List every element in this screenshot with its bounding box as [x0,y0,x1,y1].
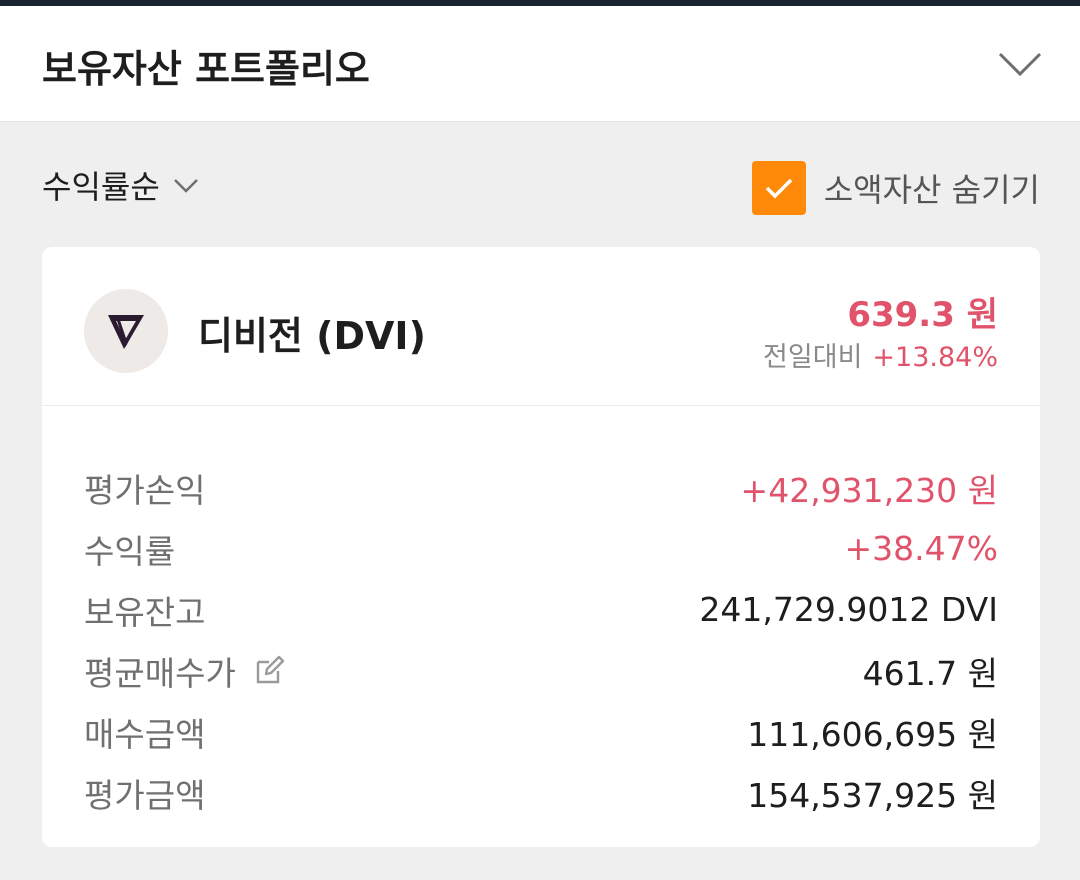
detail-value: 461.7 원 [862,653,998,693]
edit-icon[interactable] [252,654,286,688]
detail-row-return-rate: 수익률 +38.47% [84,518,998,579]
detail-row-eval-amount: 평가금액 154,537,925 원 [84,762,998,823]
hide-small-assets-toggle[interactable]: 소액자산 숨기기 [751,160,1040,216]
detail-label: 매수금액 [84,714,206,754]
sort-dropdown[interactable]: 수익률순 [42,160,200,210]
detail-row-balance: 보유잔고 241,729.9012 DVI [84,579,998,640]
detail-label: 평가금액 [84,775,206,815]
detail-value: +42,931,230 원 [740,470,998,510]
detail-row-profit: 평가손익 +42,931,230 원 [84,457,998,518]
current-price: 639.3 원 [847,295,998,335]
asset-details: 평가손익 +42,931,230 원 수익률 +38.47% 보유잔고 241,… [84,457,998,823]
sort-label: 수익률순 [42,168,160,206]
page-title: 보유자산 포트폴리오 [42,47,370,91]
asset-card[interactable]: 디비전 (DVI) 639.3 원 전일대비 +13.84% 평가손익 +42,9… [42,247,1040,847]
section-header[interactable]: 보유자산 포트폴리오 [0,6,1080,122]
detail-value: +38.47% [844,529,998,568]
daily-change-value: +13.84% [872,342,998,373]
hide-small-assets-checkbox[interactable] [751,161,806,215]
daily-change: 전일대비 +13.84% [763,335,998,374]
detail-row-buy-amount: 매수금액 111,606,695 원 [84,701,998,762]
detail-value: 241,729.9012 DVI [699,590,998,629]
asset-logo [84,289,168,373]
detail-label: 보유잔고 [84,592,206,632]
division-logo-icon [108,315,144,349]
detail-value: 111,606,695 원 [747,714,998,754]
detail-label: 평균매수가 [84,653,236,693]
divider [42,405,1040,406]
detail-label: 수익률 [84,531,176,571]
chevron-down-icon [173,179,198,193]
detail-label-wrap: 평균매수가 [84,647,286,695]
detail-value: 154,537,925 원 [747,775,998,815]
detail-row-avg-price: 평균매수가 461.7 원 [84,640,998,701]
detail-label: 평가손익 [84,470,206,510]
checkmark-icon [765,178,792,199]
daily-change-label: 전일대비 [763,342,863,373]
hide-small-assets-label: 소액자산 숨기기 [823,171,1040,209]
asset-name: 디비전 (DVI) [198,314,426,358]
chevron-down-icon[interactable] [996,46,1044,82]
